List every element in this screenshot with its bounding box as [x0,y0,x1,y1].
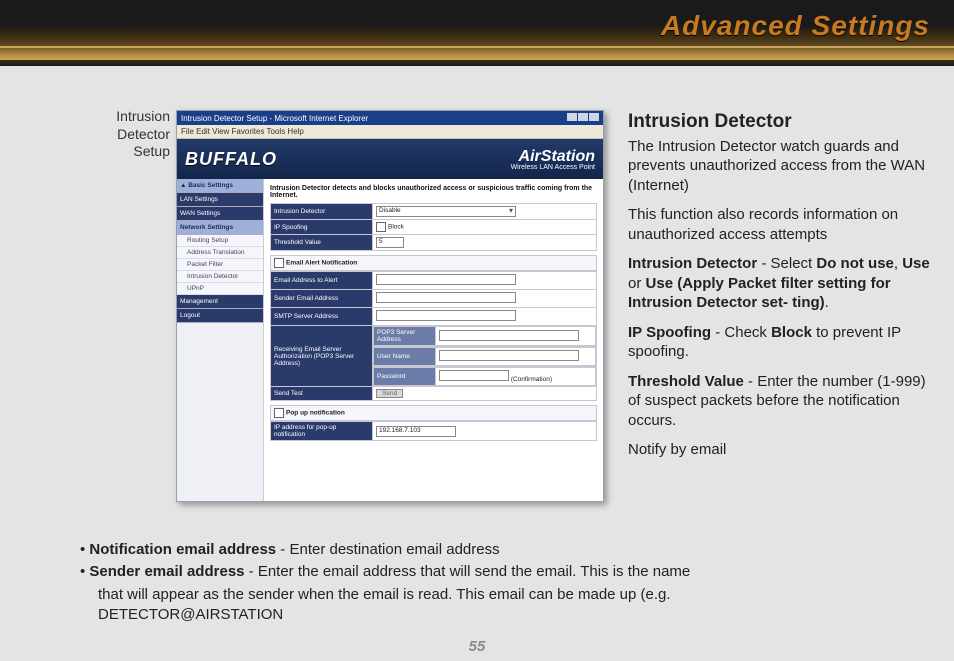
pop3-input[interactable] [439,330,579,341]
right-column: Intrusion Detector The Intrusion Detecto… [628,110,932,470]
row-ipspoof-value: Block [373,220,597,235]
row-intrusion-label: Intrusion Detector [271,204,373,220]
settings-table: Intrusion Detector Disable IP Spoofing B… [270,203,597,251]
r-b1a: Intrusion Detector [628,255,757,272]
sidebar-sub-routing[interactable]: Routing Setup [177,235,263,247]
browser-title: Intrusion Detector Setup - Microsoft Int… [181,114,368,123]
emailto-input[interactable] [376,274,516,285]
email-table: Email Address to Alert Sender Email Addr… [270,271,597,401]
row-sendtest-label: Send Test [271,387,373,401]
form-area: Intrusion Detector detects and blocks un… [264,179,603,502]
form-description: Intrusion Detector detects and blocks un… [270,185,597,199]
r-b3a: Threshold Value [628,373,744,390]
brand-right-small: Wireless LAN Access Point [511,164,595,171]
bottom-text: • Notification email address - Enter des… [80,540,900,625]
right-block1: Intrusion Detector - Select Do not use, … [628,254,932,313]
ipspoof-checkbox[interactable] [376,222,386,232]
row-smtp-label: SMTP Server Address [271,308,373,326]
bl2c: - Enter the email address that will send… [245,563,691,580]
bottom-line4: DETECTOR@AIRSTATION [80,605,900,625]
row-auth-group: Receiving Email Server Authorization (PO… [271,326,373,387]
popup-section: Pop up notification [270,405,597,421]
row-ipspoof-label: IP Spoofing [271,220,373,235]
sidebar-lan[interactable]: LAN Settings [177,193,263,207]
header-rule-dark [0,60,954,66]
popup-table: IP address for pop-up notification 192.1… [270,421,597,441]
email-section-label: Email Alert Notification [286,260,357,267]
bottom-line3: that will appear as the sender when the … [80,585,900,605]
popup-section-label: Pop up notification [286,410,345,417]
row-emailto-label: Email Address to Alert [271,272,373,290]
bl1b: Notification email address [89,541,276,558]
page-number: 55 [0,638,954,655]
row-intrusion-value: Disable [373,204,597,220]
pass-confirm-label: (Confirmation) [511,376,552,383]
brand-left: BUFFALO [185,149,277,170]
right-p2: This function also records information o… [628,205,932,244]
intrusion-select[interactable]: Disable [376,206,516,217]
bl1a: • [80,541,89,558]
smtp-input[interactable] [376,310,516,321]
sidebar-network[interactable]: Network Settings [177,221,263,235]
sidebar: ▲ Basic Settings LAN Settings WAN Settin… [177,179,264,502]
right-p1: The Intrusion Detector watch guards and … [628,137,932,196]
send-button[interactable]: Send [376,389,403,398]
row-pass-label: Password [374,368,436,386]
sidebar-basic[interactable]: ▲ Basic Settings [177,179,263,193]
email-section: Email Alert Notification [270,255,597,271]
bl2a: • [80,563,89,580]
screenshot-caption: Intrusion Detector Setup [80,108,170,161]
row-threshold-value: 5 [373,235,597,251]
row-threshold-label: Threshold Value [271,235,373,251]
r-b2c: Block [771,324,812,341]
email-enable-checkbox[interactable] [274,258,284,268]
sidebar-sub-packet[interactable]: Packet Filter [177,259,263,271]
row-pop3-label: POP3 Server Address [374,327,436,346]
emailfrom-input[interactable] [376,292,516,303]
bottom-line2: • Sender email address - Enter the email… [80,562,900,582]
screenshot: Intrusion Detector Setup - Microsoft Int… [176,110,604,502]
screenshot-body: ▲ Basic Settings LAN Settings WAN Settin… [177,179,603,502]
r-b1d: , [894,255,902,272]
right-block4: Notify by email [628,440,932,460]
r-b2a: IP Spoofing [628,324,711,341]
window-buttons [566,113,599,123]
browser-menubar: File Edit View Favorites Tools Help [177,125,603,139]
r-b1b: - Select [757,255,816,272]
header-rule-light [0,46,954,48]
row-emailfrom-label: Sender Email Address [271,290,373,308]
sidebar-sub-address[interactable]: Address Translation [177,247,263,259]
r-b2b: - Check [711,324,771,341]
bl1c: - Enter destination email address [276,541,499,558]
right-block3: Threshold Value - Enter the number (1-99… [628,372,932,431]
browser-titlebar: Intrusion Detector Setup - Microsoft Int… [177,111,603,125]
r-b1f: or [628,275,646,292]
r-b1h: . [825,294,829,311]
sidebar-management[interactable]: Management [177,295,263,309]
row-popupip-label: IP address for pop-up notification [271,422,373,441]
pass-input[interactable] [439,370,509,381]
sidebar-logout[interactable]: Logout [177,309,263,323]
sidebar-sub-upnp[interactable]: UPnP [177,283,263,295]
popupip-input[interactable]: 192.168.7.103 [376,426,456,437]
r-b1c: Do not use [816,255,894,272]
sidebar-wan[interactable]: WAN Settings [177,207,263,221]
bottom-line1: • Notification email address - Enter des… [80,540,900,560]
r-b1e: Use [902,255,930,272]
brand-right-big: AirStation [519,148,595,165]
ipspoof-text: Block [388,224,404,231]
brand-band: BUFFALO AirStation Wireless LAN Access P… [177,139,603,179]
user-input[interactable] [439,350,579,361]
right-block2: IP Spoofing - Check Block to prevent IP … [628,323,932,362]
row-user-label: User Name [374,348,436,366]
r-b1g: Use (Apply Packet filter setting for Int… [628,275,891,312]
brand-right: AirStation Wireless LAN Access Point [511,148,595,171]
sidebar-sub-intrusion[interactable]: Intrusion Detector [177,271,263,283]
right-heading: Intrusion Detector [628,110,932,135]
bl2b: Sender email address [89,563,244,580]
manual-page: Advanced Settings Intrusion Detector Set… [0,0,954,661]
threshold-input[interactable]: 5 [376,237,404,248]
page-title: Advanced Settings [661,10,930,42]
popup-enable-checkbox[interactable] [274,408,284,418]
